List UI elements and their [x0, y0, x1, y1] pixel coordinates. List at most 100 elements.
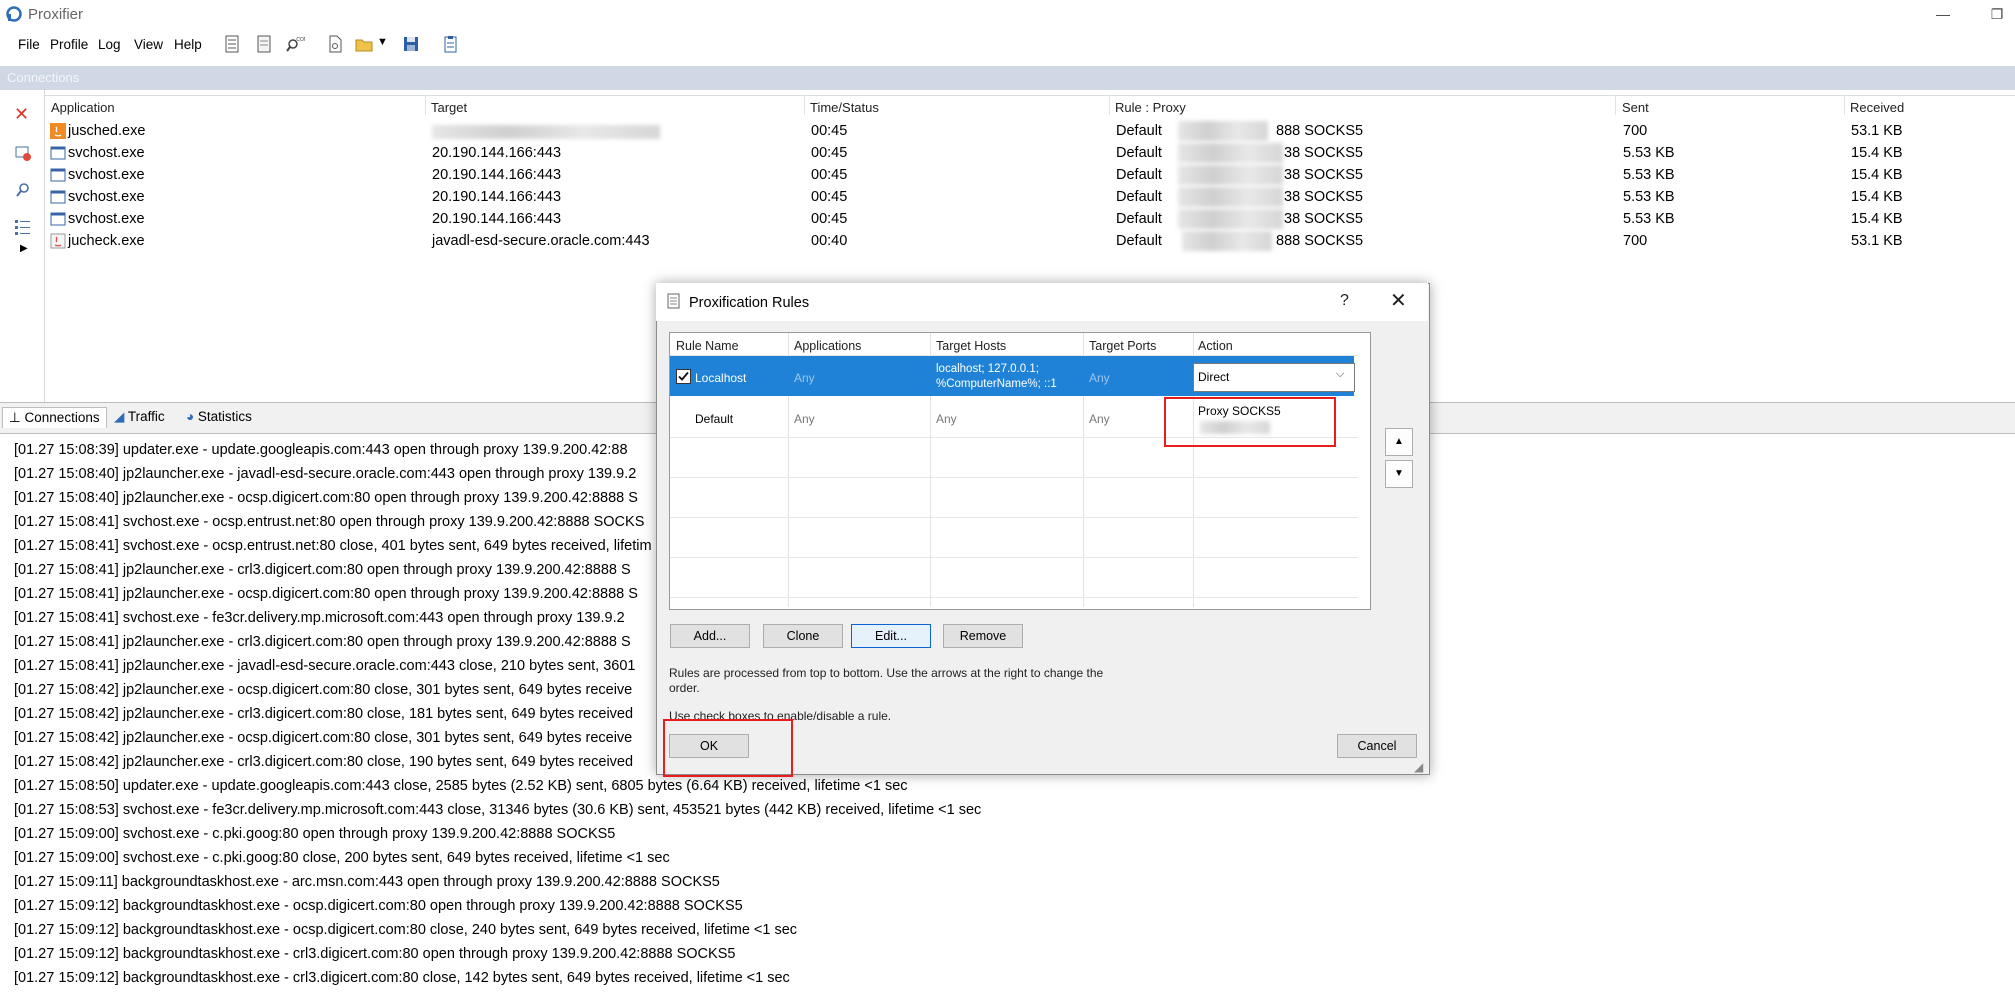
- row-divider: [670, 597, 1358, 598]
- annotation-highlight-box: [663, 719, 793, 777]
- connection-app[interactable]: svchost.exe: [68, 211, 145, 227]
- connection-proxy: 38 SOCKS5: [1284, 189, 1363, 205]
- dns-lookup-icon[interactable]: .COM: [285, 34, 305, 54]
- open-dropdown-chevron-down-icon[interactable]: ▼: [377, 36, 388, 48]
- log-line: [01.27 15:08:42] jp2launcher.exe - crl3.…: [14, 754, 634, 770]
- column-divider[interactable]: [1109, 95, 1110, 115]
- clipboard-icon[interactable]: [440, 34, 460, 54]
- connection-received: 15.4 KB: [1851, 167, 1903, 183]
- connection-time: 00:40: [811, 233, 848, 249]
- rule-applications: Any: [794, 371, 815, 385]
- save-icon[interactable]: [401, 34, 421, 54]
- find-icon[interactable]: [13, 180, 33, 200]
- tab-traffic[interactable]: ◢ Traffic: [108, 407, 171, 427]
- connection-app[interactable]: svchost.exe: [68, 189, 145, 205]
- menu-file[interactable]: File: [18, 37, 40, 52]
- connection-target: 20.190.144.166:443: [432, 167, 562, 183]
- list-view-icon[interactable]: [13, 216, 33, 236]
- menu-help[interactable]: Help: [174, 37, 202, 52]
- rules-column-action[interactable]: Action: [1198, 339, 1233, 353]
- log-line: [01.27 15:08:41] jp2launcher.exe - javad…: [14, 658, 636, 674]
- remove-rule-button[interactable]: Remove: [943, 624, 1023, 648]
- log-line: [01.27 15:08:42] jp2launcher.exe - crl3.…: [14, 706, 634, 722]
- rule-target-hosts-line2: %ComputerName%; ::1: [936, 378, 1057, 390]
- connection-proxy: 888 SOCKS5: [1276, 123, 1364, 139]
- rules-column-target-ports[interactable]: Target Ports: [1089, 339, 1156, 353]
- log-line: [01.27 15:08:41] jp2launcher.exe - crl3.…: [14, 634, 631, 650]
- rule-enabled-checkbox[interactable]: [676, 369, 691, 384]
- log-line: [01.27 15:08:42] jp2launcher.exe - ocsp.…: [14, 682, 633, 698]
- move-rule-down-button[interactable]: ▼: [1385, 460, 1413, 488]
- column-divider[interactable]: [425, 95, 426, 115]
- rule-target-ports: Any: [1089, 371, 1110, 385]
- connection-proxy: 38 SOCKS5: [1284, 167, 1363, 183]
- connection-rule: Default: [1116, 167, 1162, 183]
- new-profile-icon[interactable]: [325, 34, 345, 54]
- connections-tab-icon: ⊥: [9, 410, 21, 425]
- column-header-time-status[interactable]: Time/Status: [810, 100, 879, 115]
- log-line: [01.27 15:08:41] jp2launcher.exe - ocsp.…: [14, 586, 638, 602]
- connection-time: 00:45: [811, 189, 848, 205]
- connection-target: 20.190.144.166:443: [432, 145, 562, 161]
- connection-app[interactable]: svchost.exe: [68, 145, 145, 161]
- redacted-proxy-address: [1178, 143, 1283, 163]
- menu-view[interactable]: View: [134, 37, 163, 52]
- rules-info-text: order.: [669, 681, 700, 695]
- tab-statistics[interactable]: ◕ Statistics: [180, 407, 258, 427]
- window-title: Proxifier: [28, 6, 84, 23]
- minimize-button[interactable]: —: [1932, 4, 1954, 24]
- log-line: [01.27 15:08:40] jp2launcher.exe - ocsp.…: [14, 490, 638, 506]
- window-icon: [50, 212, 66, 226]
- column-divider[interactable]: [804, 95, 805, 115]
- rules-column-applications[interactable]: Applications: [794, 339, 861, 353]
- column-header-target[interactable]: Target: [431, 100, 467, 115]
- chevron-down-icon[interactable]: ⌵: [1336, 368, 1344, 381]
- help-button[interactable]: ?: [1340, 292, 1349, 310]
- column-divider[interactable]: [1615, 95, 1616, 115]
- log-line: [01.27 15:08:40] jp2launcher.exe - javad…: [14, 466, 637, 482]
- dialog-close-icon[interactable]: ✕: [1390, 288, 1407, 313]
- checkmark-icon: [678, 371, 689, 381]
- add-rule-button[interactable]: Add...: [670, 624, 750, 648]
- connection-time: 00:45: [811, 145, 848, 161]
- column-header-rule-proxy[interactable]: Rule : Proxy: [1115, 100, 1186, 115]
- connection-sent: 5.53 KB: [1623, 189, 1675, 205]
- rule-target-ports: Any: [1089, 412, 1110, 426]
- close-connection-icon[interactable]: ✕: [14, 104, 29, 125]
- restore-icon[interactable]: ❐: [1986, 4, 2008, 24]
- log-list-icon[interactable]: [222, 34, 242, 54]
- menu-profile[interactable]: Profile: [50, 37, 88, 52]
- menu-log[interactable]: Log: [98, 37, 121, 52]
- rule-name: Localhost: [695, 371, 747, 385]
- rule-target-hosts: Any: [936, 412, 957, 426]
- clone-rule-button[interactable]: Clone: [763, 624, 843, 648]
- connections-panel-label: Connections: [7, 70, 80, 85]
- cancel-button[interactable]: Cancel: [1337, 734, 1417, 758]
- connection-received: 15.4 KB: [1851, 211, 1903, 227]
- connection-time: 00:45: [811, 167, 848, 183]
- open-folder-icon[interactable]: [354, 34, 374, 54]
- pie-chart-icon: ◕: [186, 409, 195, 424]
- column-header-application[interactable]: Application: [51, 100, 115, 115]
- connection-app[interactable]: svchost.exe: [68, 167, 145, 183]
- connection-sent: 700: [1623, 123, 1648, 139]
- rules-info-text: Rules are processed from top to bottom. …: [669, 666, 1104, 680]
- column-header-sent[interactable]: Sent: [1622, 100, 1649, 115]
- connection-app[interactable]: jucheck.exe: [68, 233, 145, 249]
- notes-icon[interactable]: [254, 34, 274, 54]
- column-divider[interactable]: [1844, 95, 1845, 115]
- rules-column-rule-name[interactable]: Rule Name: [676, 339, 739, 353]
- rules-column-target-hosts[interactable]: Target Hosts: [936, 339, 1006, 353]
- tab-connections[interactable]: ⊥ Connections: [2, 407, 107, 428]
- kill-process-icon[interactable]: [13, 143, 33, 163]
- move-rule-up-button[interactable]: ▲: [1385, 428, 1413, 456]
- connection-app[interactable]: jusched.exe: [68, 123, 145, 139]
- rule-name[interactable]: Default: [695, 412, 733, 426]
- edit-rule-button[interactable]: Edit...: [851, 624, 931, 648]
- log-line: [01.27 15:09:00] svchost.exe - c.pki.goo…: [14, 850, 670, 866]
- resize-grip-icon[interactable]: ◢: [1414, 760, 1423, 774]
- expand-arrow-icon[interactable]: ▶: [20, 243, 28, 254]
- row-divider: [670, 557, 1358, 558]
- connection-rule: Default: [1116, 211, 1162, 227]
- column-header-received[interactable]: Received: [1850, 100, 1904, 115]
